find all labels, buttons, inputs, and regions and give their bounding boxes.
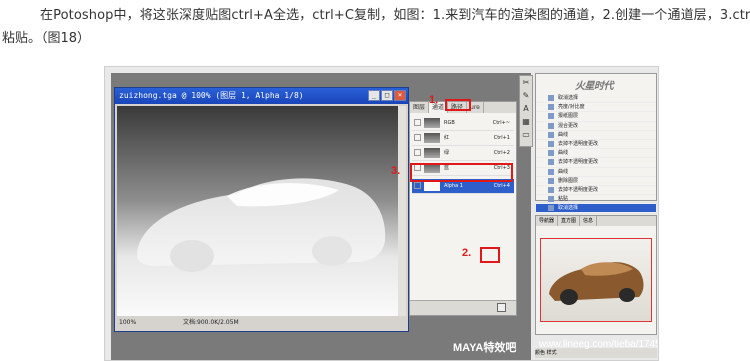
- text-icon[interactable]: A: [520, 102, 532, 115]
- channels-panel: 图层 通道 路径 ure RGB Ctrl+~ 红 Ctrl+1 绿 Ctrl+…: [409, 101, 517, 316]
- history-item[interactable]: 报纸图层: [536, 112, 656, 122]
- maximize-icon[interactable]: □: [381, 90, 393, 101]
- instruction-paragraph: 在Potoshop中，将这张深度贴图ctrl+A全选，ctrl+C复制，如图：1…: [0, 0, 750, 52]
- status-bar: 100% 文档:900.0K/2.05M: [117, 317, 406, 329]
- instruction-line-1: 在Potoshop中，将这张深度贴图ctrl+A全选，ctrl+C复制，如图：1…: [40, 8, 750, 23]
- navigator-panel: 导航器 直方图 信息: [535, 215, 657, 335]
- tab-histogram[interactable]: 直方图: [558, 216, 581, 226]
- tab-info[interactable]: 信息: [580, 216, 598, 226]
- history-item[interactable]: 去掉不透明度更改: [536, 158, 656, 168]
- channel-name: RGB: [444, 120, 455, 126]
- vertical-scrollbar[interactable]: [398, 106, 406, 316]
- highlight-new-channel: [480, 247, 500, 263]
- history-item-selected[interactable]: 取消选择: [536, 204, 656, 214]
- document-size: 文档:900.0K/2.05M: [183, 319, 239, 326]
- brush-icon[interactable]: ✎: [520, 89, 532, 102]
- history-item[interactable]: 曲线: [536, 149, 656, 159]
- car-silhouette: [137, 178, 386, 272]
- history-item[interactable]: 曲线: [536, 168, 656, 177]
- channel-row-green[interactable]: 绿 Ctrl+2: [412, 146, 514, 161]
- channel-shortcut: Ctrl+1: [493, 135, 510, 141]
- history-item[interactable]: 粘贴: [536, 195, 656, 205]
- channels-footer: [410, 300, 516, 315]
- history-item[interactable]: 去掉不透明度更改: [536, 140, 656, 150]
- watermark: MAYA特效吧: [453, 342, 517, 354]
- zoom-level[interactable]: 100%: [119, 317, 136, 329]
- close-icon[interactable]: ×: [394, 90, 406, 101]
- eye-icon[interactable]: [414, 182, 421, 189]
- minimize-icon[interactable]: _: [368, 90, 380, 101]
- history-panel: 取消选择 亮度/对比度 报纸图层 混合更改 曲线 去掉不透明度更改 曲线 去掉不…: [535, 73, 657, 214]
- channel-thumbnail: [424, 148, 440, 158]
- tab-navigator[interactable]: 导航器: [536, 216, 559, 226]
- channel-row-red[interactable]: 红 Ctrl+1: [412, 131, 514, 146]
- tool-column: ✂ ✎ A ▦ ▭: [519, 75, 533, 147]
- channel-row-rgb[interactable]: RGB Ctrl+~: [412, 116, 514, 131]
- document-title: zuizhong.tga @ 100% (图层 1, Alpha 1/8): [119, 91, 304, 100]
- history-item[interactable]: 混合更改: [536, 122, 656, 131]
- history-item[interactable]: 亮度/对比度: [536, 103, 656, 113]
- channel-name: 红: [444, 135, 450, 141]
- site-logo: 火星时代: [575, 81, 614, 92]
- channel-shortcut: Ctrl+2: [493, 150, 510, 156]
- channel-name: 绿: [444, 150, 450, 156]
- history-item[interactable]: 取消选择: [536, 94, 656, 104]
- highlight-alpha-channel: [410, 163, 513, 182]
- scissors-icon[interactable]: ✂: [520, 76, 532, 89]
- eye-icon[interactable]: [414, 134, 421, 141]
- history-item[interactable]: 去掉不透明度更改: [536, 186, 656, 196]
- eraser-icon[interactable]: ▭: [520, 128, 532, 141]
- document-window[interactable]: zuizhong.tga @ 100% (图层 1, Alpha 1/8) _ …: [114, 87, 409, 332]
- instruction-line-2: 粘贴。（图18）: [2, 31, 91, 46]
- step-label-2: 2.: [462, 247, 472, 259]
- car-render-thumbnail: [549, 262, 644, 305]
- history-item[interactable]: 曲线: [536, 131, 656, 140]
- highlight-channels-tab: [445, 99, 471, 111]
- grid-icon[interactable]: ▦: [520, 115, 532, 128]
- navigator-tabs: 导航器 直方图 信息: [536, 216, 656, 226]
- tab-layers[interactable]: 图层: [410, 102, 430, 113]
- history-item[interactable]: 删除图层: [536, 177, 656, 186]
- watermark-url: www.lineeg.com/tieba/1745: [539, 339, 659, 350]
- eye-icon[interactable]: [414, 119, 421, 126]
- channel-thumbnail: [424, 118, 440, 128]
- channel-thumbnail: [424, 181, 440, 191]
- step-label-1: 1.: [429, 94, 439, 106]
- photoshop-screenshot: zuizhong.tga @ 100% (图层 1, Alpha 1/8) _ …: [104, 66, 659, 361]
- step-label-3: 3.: [391, 165, 401, 177]
- new-channel-icon[interactable]: [497, 303, 506, 312]
- document-titlebar[interactable]: zuizhong.tga @ 100% (图层 1, Alpha 1/8) _ …: [115, 88, 408, 104]
- channel-thumbnail: [424, 133, 440, 143]
- eye-icon[interactable]: [414, 149, 421, 156]
- depth-map-canvas[interactable]: [117, 106, 404, 316]
- channel-shortcut: Ctrl+~: [492, 120, 510, 126]
- navigator-preview[interactable]: [540, 238, 652, 322]
